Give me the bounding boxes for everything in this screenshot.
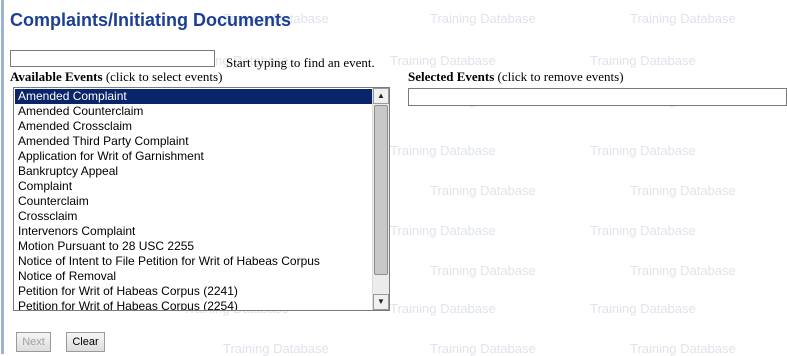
event-list-item[interactable]: Motion Pursuant to 28 USC 2255 <box>15 239 372 254</box>
scrollbar-thumb[interactable] <box>374 105 388 275</box>
watermark-text: Training Database <box>390 301 496 316</box>
event-list-item[interactable]: Petition for Writ of Habeas Corpus (2241… <box>15 284 372 299</box>
watermark-text: Training Database <box>430 183 536 198</box>
available-events-label-rest: (click to select events) <box>102 69 223 84</box>
search-hint: Start typing to find an event. <box>226 55 375 70</box>
watermark-text: Training Database <box>590 223 696 238</box>
available-events-list: Amended Complaint Amended Counterclaim Ame… <box>15 89 372 310</box>
available-events-label: Available Events (click to select events… <box>10 69 222 85</box>
watermark-text: Training Database <box>630 11 736 26</box>
selected-events-label-bold: Selected Events <box>408 69 495 84</box>
available-events-listbox[interactable]: Amended Complaint Amended Counterclaim Ame… <box>13 87 390 311</box>
event-list-item[interactable]: Intervenors Complaint <box>15 224 372 239</box>
next-button[interactable]: Next <box>16 332 51 352</box>
watermark-text: Training Database <box>630 183 736 198</box>
event-list-item[interactable]: Counterclaim <box>15 194 372 209</box>
watermark-text: Training Database <box>590 53 696 68</box>
event-search-input[interactable] <box>10 50 215 67</box>
clear-button[interactable]: Clear <box>66 332 105 352</box>
event-list-item[interactable]: Amended Counterclaim <box>15 104 372 119</box>
watermark-text: Training Database <box>430 11 536 26</box>
event-list-item[interactable]: Application for Writ of Garnishment <box>15 149 372 164</box>
watermark-text: Training Database <box>590 301 696 316</box>
selected-events-label: Selected Events (click to remove events) <box>408 69 624 85</box>
page-title: Complaints/Initiating Documents <box>10 10 292 30</box>
watermark-text: Training Database <box>390 53 496 68</box>
available-events-label-bold: Available Events <box>10 69 103 84</box>
scroll-up-icon[interactable]: ▲ <box>373 88 389 104</box>
event-list-item[interactable]: Notice of Removal <box>15 269 372 284</box>
event-list-item[interactable]: Crossclaim <box>15 209 372 224</box>
left-rule <box>1 0 4 354</box>
event-list-item[interactable]: Petition for Writ of Habeas Corpus (2254… <box>15 299 372 310</box>
watermark-text: Training Database <box>630 263 736 278</box>
scroll-down-icon[interactable]: ▼ <box>373 294 389 310</box>
watermark-text: Training Database <box>430 263 536 278</box>
event-list-item[interactable]: Notice of Intent to File Petition for Wr… <box>15 254 372 269</box>
selected-events-listbox[interactable] <box>408 88 787 106</box>
listbox-scrollbar[interactable]: ▲ ▼ <box>372 88 389 310</box>
selected-events-label-rest: (click to remove events) <box>494 69 624 84</box>
watermark-text: Training Database <box>390 143 496 158</box>
watermark-text: Training Database <box>390 223 496 238</box>
watermark-text: Training Database <box>590 143 696 158</box>
event-list-item[interactable]: Bankruptcy Appeal <box>15 164 372 179</box>
event-list-item[interactable]: Amended Complaint <box>15 89 372 104</box>
event-list-item[interactable]: Amended Third Party Complaint <box>15 134 372 149</box>
event-list-item[interactable]: Complaint <box>15 179 372 194</box>
event-list-item[interactable]: Amended Crossclaim <box>15 119 372 134</box>
